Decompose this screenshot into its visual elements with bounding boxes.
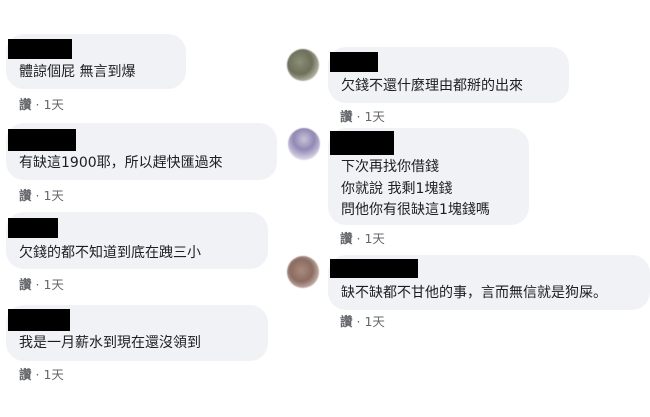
redacted-username xyxy=(330,259,418,278)
like-button[interactable]: 讚 xyxy=(19,277,32,292)
redacted-username xyxy=(330,131,394,155)
comment-actions: 讚 · 1天 xyxy=(19,277,64,293)
comment-actions: 讚 · 1天 xyxy=(340,314,385,330)
comment-text: 欠錢不還什麼理由都掰的出來 xyxy=(341,78,523,94)
user-avatar[interactable] xyxy=(287,256,319,288)
comment-thread-screenshot: 體諒個屁 無言到爆 讚 · 1天 有缺這1900耶，所以趕快匯過來 讚 · 1天… xyxy=(0,0,650,417)
separator: · xyxy=(356,231,361,246)
comment-text: 欠錢的都不知道到底在跩三小 xyxy=(19,245,201,261)
comment-timestamp[interactable]: 1天 xyxy=(364,109,384,124)
comment-timestamp[interactable]: 1天 xyxy=(43,188,63,203)
comment-text-line-2: 你就說 我剩1塊錢 xyxy=(341,181,453,197)
separator: · xyxy=(35,277,40,292)
comment-timestamp[interactable]: 1天 xyxy=(364,314,384,329)
comment-text: 體諒個屁 無言到爆 xyxy=(19,64,136,80)
user-avatar[interactable] xyxy=(287,49,319,81)
comment-timestamp[interactable]: 1天 xyxy=(43,367,63,382)
redacted-username xyxy=(8,309,70,331)
like-button[interactable]: 讚 xyxy=(340,109,353,124)
redacted-username xyxy=(8,129,76,151)
comment-text-line-1: 下次再找你借錢 xyxy=(341,159,439,175)
separator: · xyxy=(356,314,361,329)
separator: · xyxy=(356,109,361,124)
comment-timestamp[interactable]: 1天 xyxy=(43,97,63,112)
comment-text-line-3: 問他你有很缺這1塊錢嗎 xyxy=(341,202,490,218)
comment-actions: 讚 · 1天 xyxy=(19,367,64,383)
redacted-username xyxy=(8,39,72,59)
redacted-username xyxy=(8,218,58,238)
comment-timestamp[interactable]: 1天 xyxy=(43,277,63,292)
comment-text: 有缺這1900耶，所以趕快匯過來 xyxy=(19,155,223,171)
like-button[interactable]: 讚 xyxy=(19,188,32,203)
comment-actions: 讚 · 1天 xyxy=(19,188,64,204)
separator: · xyxy=(35,367,40,382)
redacted-username xyxy=(330,52,378,72)
like-button[interactable]: 讚 xyxy=(340,231,353,246)
comment-actions: 讚 · 1天 xyxy=(19,97,64,113)
comment-actions: 讚 · 1天 xyxy=(340,231,385,247)
separator: · xyxy=(35,188,40,203)
comment-actions: 讚 · 1天 xyxy=(340,109,385,125)
like-button[interactable]: 讚 xyxy=(19,367,32,382)
separator: · xyxy=(35,97,40,112)
comment-text: 缺不缺都不甘他的事，言而無信就是狗屎。 xyxy=(341,285,607,301)
like-button[interactable]: 讚 xyxy=(340,314,353,329)
comment-text: 我是一月薪水到現在還沒領到 xyxy=(19,335,201,351)
user-avatar[interactable] xyxy=(288,128,320,160)
like-button[interactable]: 讚 xyxy=(19,97,32,112)
comment-timestamp[interactable]: 1天 xyxy=(364,231,384,246)
